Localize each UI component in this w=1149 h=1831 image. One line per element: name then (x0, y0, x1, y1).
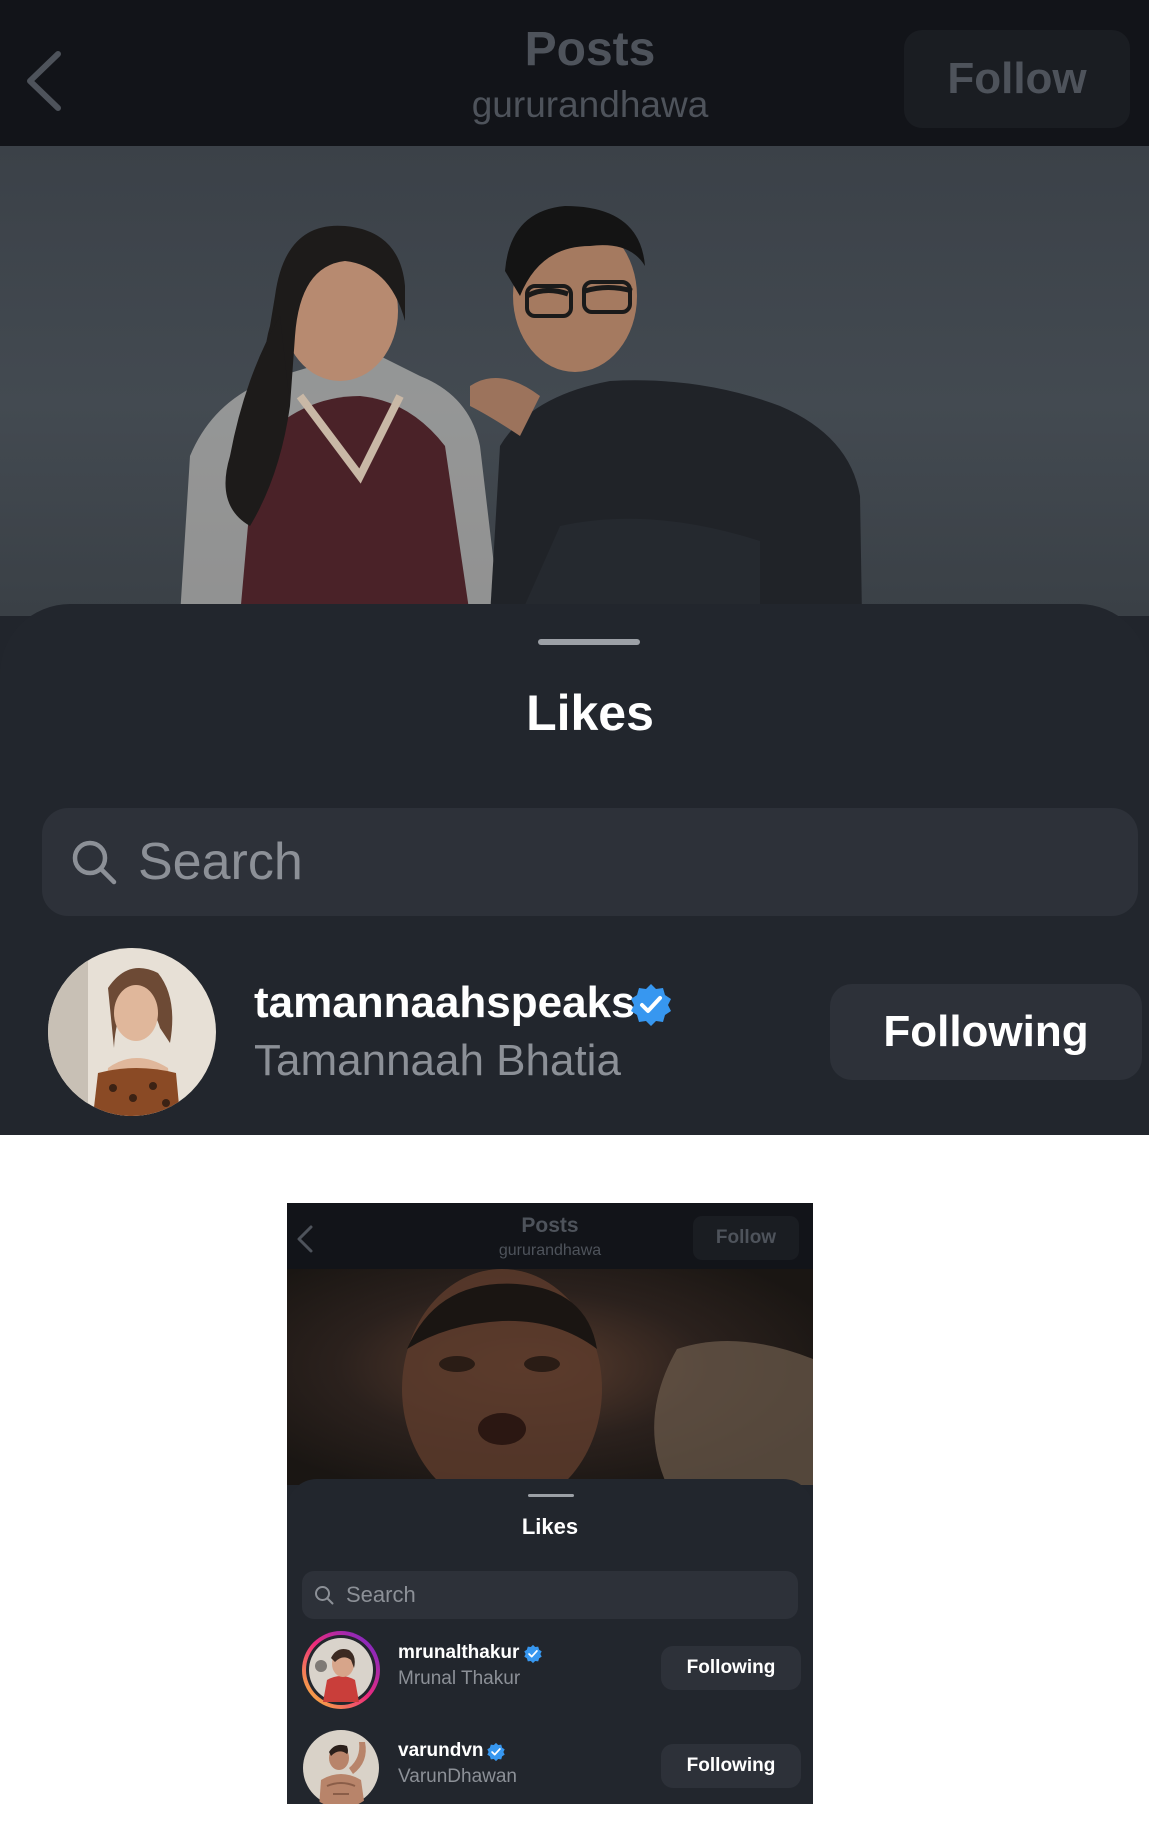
username[interactable]: varundvn (398, 1740, 484, 1762)
post-image (287, 1269, 813, 1485)
full-name: VarunDhawan (398, 1766, 518, 1787)
verified-badge-icon (524, 1644, 542, 1664)
avatar[interactable] (301, 1630, 381, 1710)
list-item[interactable]: mrunalthakur Mrunal Thakur Following (287, 1630, 813, 1720)
sheet-title: Likes (526, 685, 654, 741)
search-input[interactable]: Search (42, 808, 1138, 916)
avatar[interactable] (48, 948, 216, 1116)
likes-sheet: Likes Search tamannaahspeaks Tamannaah B… (0, 604, 1149, 1135)
post-image (0, 146, 1149, 616)
full-name: Tamannaah Bhatia (254, 1036, 621, 1085)
follow-button[interactable]: Follow (904, 30, 1130, 128)
search-icon (315, 1586, 334, 1605)
screenshot-1: Posts gururandhawa Follow Likes Search t… (0, 0, 1149, 1135)
screenshot-2: Posts gururandhawa Follow Likes Search m… (287, 1203, 813, 1804)
following-button[interactable]: Following (661, 1646, 801, 1690)
sheet-title: Likes (521, 1514, 579, 1539)
following-button[interactable]: Following (661, 1744, 801, 1788)
top-bar: Posts gururandhawa Follow (0, 0, 1149, 146)
avatar[interactable] (301, 1728, 381, 1804)
likes-sheet: Likes Search mrunalthakur Mrunal Thakur … (287, 1479, 813, 1804)
full-name: Mrunal Thakur (398, 1668, 521, 1689)
post-photo-illustration (180, 206, 862, 616)
search-icon (72, 840, 117, 885)
verified-badge-icon (487, 1742, 505, 1762)
top-bar: Posts gururandhawa Follow (287, 1203, 813, 1269)
search-placeholder: Search (346, 1582, 416, 1607)
drag-handle[interactable] (528, 1494, 574, 1497)
post-photo-illustration (402, 1269, 813, 1485)
follow-button[interactable]: Follow (693, 1216, 799, 1260)
username[interactable]: tamannaahspeaks (254, 978, 636, 1028)
list-item[interactable]: varundvn VarunDhawan Following (287, 1728, 813, 1804)
username[interactable]: mrunalthakur (398, 1642, 519, 1664)
drag-handle[interactable] (538, 639, 640, 645)
following-button[interactable]: Following (830, 984, 1142, 1080)
search-input[interactable]: Search (302, 1571, 798, 1619)
search-placeholder: Search (138, 833, 303, 891)
verified-badge-icon (631, 984, 671, 1026)
